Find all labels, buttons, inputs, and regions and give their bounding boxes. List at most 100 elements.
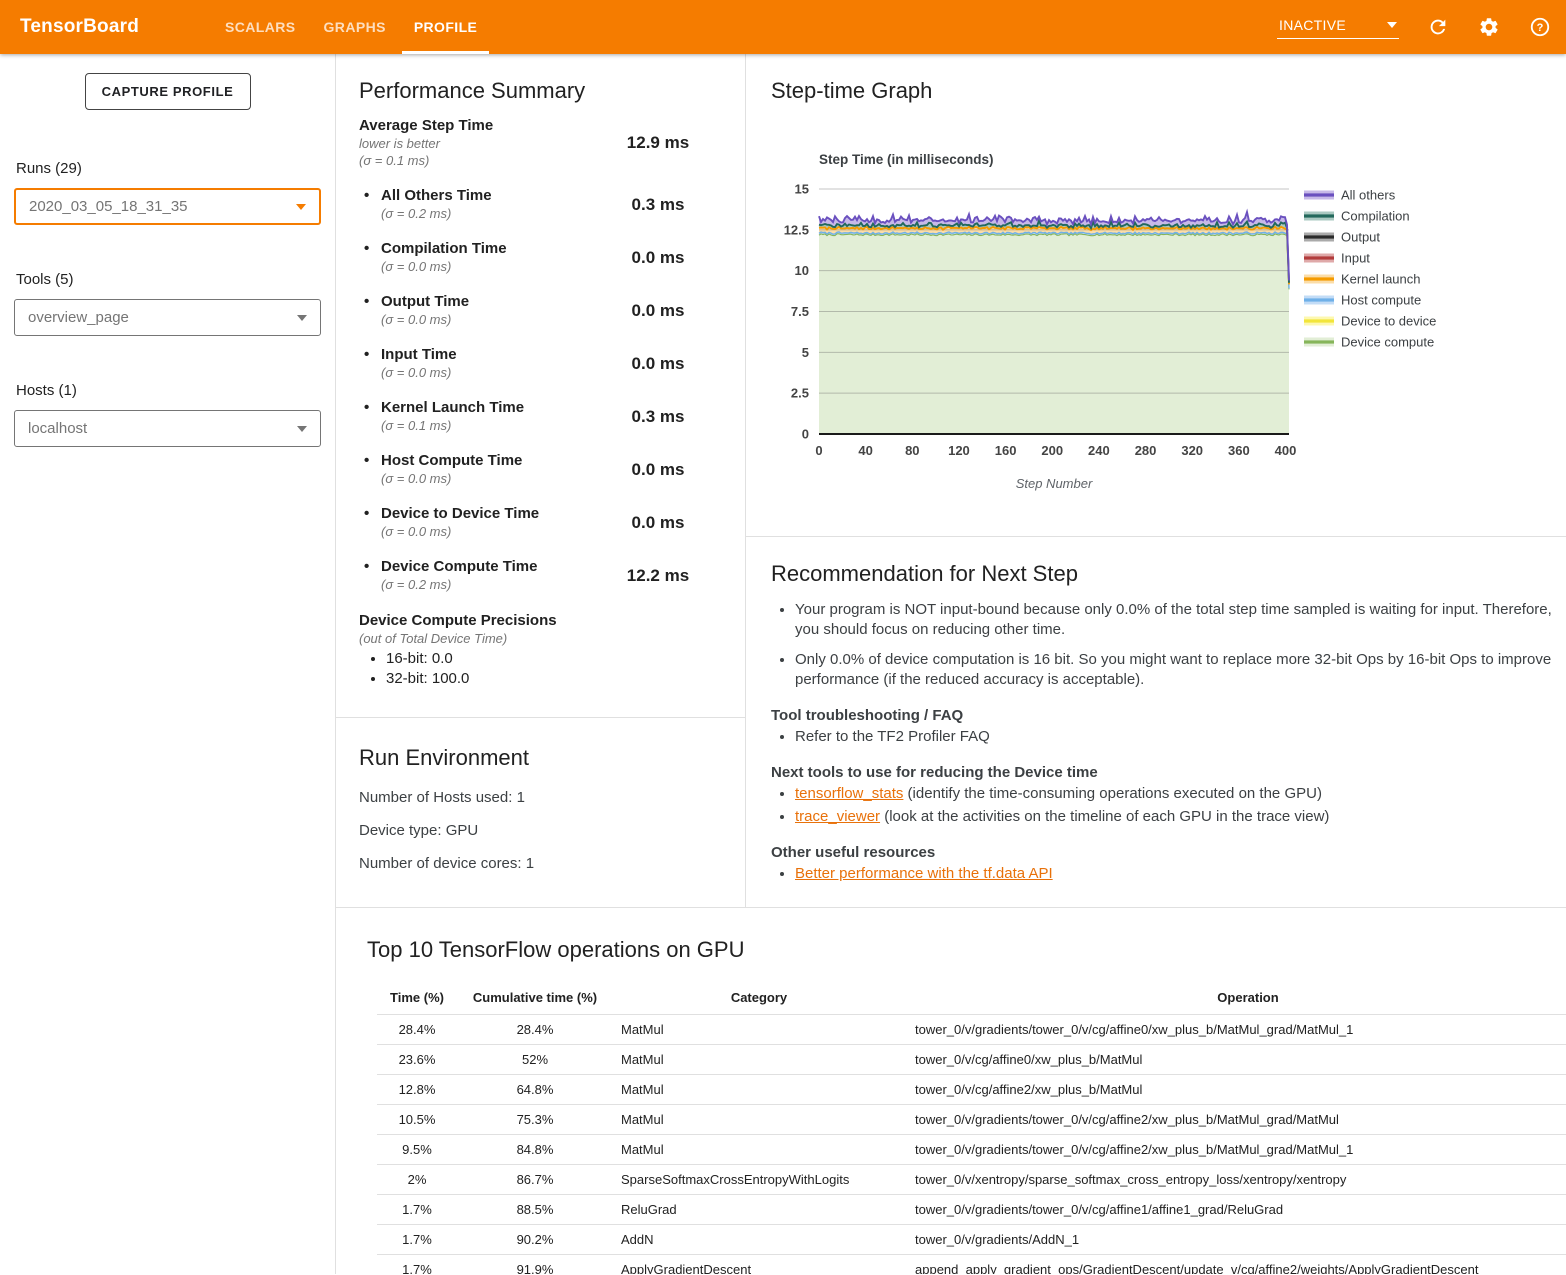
trace-viewer-link[interactable]: trace_viewer (795, 808, 880, 825)
capture-profile-button[interactable]: CAPTURE PROFILE (85, 73, 251, 110)
chevron-down-icon (297, 315, 307, 321)
svg-text:10: 10 (795, 263, 809, 278)
tools-select[interactable]: overview_page (14, 299, 321, 336)
svg-text:5: 5 (802, 345, 809, 360)
svg-text:2.5: 2.5 (791, 386, 809, 401)
legend-label: Kernel launch (1341, 272, 1421, 287)
tool-desc: (identify the time-consuming operations … (903, 785, 1322, 802)
legend-label: Output (1341, 230, 1380, 245)
table-row: 1.7%90.2%AddNtower_0/v/gradients/AddN_1 (377, 1225, 1566, 1255)
runs-select-value: 2020_03_05_18_31_35 (29, 198, 188, 215)
legend-label: Device to device (1341, 314, 1436, 329)
legend-item: Output (1304, 230, 1380, 245)
legend-item: Compilation (1304, 209, 1410, 224)
main-content: Performance Summary Average Step Time lo… (335, 54, 1566, 1274)
run-environment-section: Run Environment Number of Hosts used: 1 … (336, 718, 745, 872)
tool-bullet: trace_viewer (look at the activities on … (795, 807, 1566, 827)
device-type-line: Device type: GPU (359, 822, 722, 839)
tools-select-value: overview_page (28, 309, 129, 326)
app-title: TensorBoard (20, 16, 139, 38)
help-icon[interactable]: ? (1528, 15, 1552, 39)
svg-text:Step Number: Step Number (1016, 476, 1093, 491)
svg-text:320: 320 (1181, 443, 1203, 458)
metric-row: Compilation Time(σ = 0.0 ms) 0.0 ms (359, 240, 717, 275)
table-row: 12.8%64.8%MatMultower_0/v/cg/affine2/xw_… (377, 1075, 1566, 1105)
sidebar: CAPTURE PROFILE Runs (29) 2020_03_05_18_… (0, 54, 335, 1274)
table-row: 1.7%91.9%ApplyGradientDescentappend_appl… (377, 1255, 1566, 1275)
settings-gear-icon[interactable] (1477, 15, 1501, 39)
precision-32bit: 32-bit: 100.0 (386, 669, 717, 689)
next-tools-heading: Next tools to use for reducing the Devic… (771, 764, 1566, 781)
tools-label: Tools (5) (16, 271, 321, 288)
metric-value: 0.3 ms (599, 407, 717, 427)
tensorflow-stats-link[interactable]: tensorflow_stats (795, 785, 903, 802)
table-row: 10.5%75.3%MatMultower_0/v/gradients/towe… (377, 1105, 1566, 1135)
device-cores-line: Number of device cores: 1 (359, 855, 722, 872)
table-row: 2%86.7%SparseSoftmaxCrossEntropyWithLogi… (377, 1165, 1566, 1195)
metric-value: 0.3 ms (599, 195, 717, 215)
metric-row: Output Time(σ = 0.0 ms) 0.0 ms (359, 293, 717, 328)
metric-row: Device Compute Time(σ = 0.2 ms) 12.2 ms (359, 558, 717, 593)
metric-row: All Others Time(σ = 0.2 ms) 0.3 ms (359, 187, 717, 222)
hosts-select[interactable]: localhost (14, 410, 321, 447)
hosts-used-line: Number of Hosts used: 1 (359, 789, 722, 806)
svg-text:Step Time (in milliseconds): Step Time (in milliseconds) (819, 152, 994, 167)
resources-heading: Other useful resources (771, 844, 1566, 861)
table-row: 9.5%84.8%MatMultower_0/v/gradients/tower… (377, 1135, 1566, 1165)
recommendation-section: Recommendation for Next Step Your progra… (746, 537, 1566, 884)
tab-scalars[interactable]: SCALARS (211, 0, 309, 54)
recommendation-bullet: Only 0.0% of device computation is 16 bi… (795, 650, 1566, 690)
runs-select[interactable]: 2020_03_05_18_31_35 (14, 188, 321, 225)
svg-text:160: 160 (995, 443, 1017, 458)
legend-item: Host compute (1304, 293, 1421, 308)
tfdata-api-link[interactable]: Better performance with the tf.data API (795, 865, 1053, 882)
performance-summary-title: Performance Summary (359, 78, 717, 104)
faq-heading: Tool troubleshooting / FAQ (771, 707, 1566, 724)
tab-profile[interactable]: PROFILE (400, 0, 491, 54)
chevron-down-icon (297, 426, 307, 432)
top-app-bar: TensorBoard SCALARS GRAPHS PROFILE INACT… (0, 0, 1566, 54)
table-row: 28.4%28.4%MatMultower_0/v/gradients/towe… (377, 1015, 1566, 1045)
table-row: 23.6%52%MatMultower_0/v/cg/affine0/xw_pl… (377, 1045, 1566, 1075)
precision-16bit: 16-bit: 0.0 (386, 649, 717, 669)
svg-text:0: 0 (815, 443, 822, 458)
legend-label: All others (1341, 188, 1396, 203)
metric-row: Device to Device Time(σ = 0.0 ms) 0.0 ms (359, 505, 717, 540)
svg-text:0: 0 (802, 427, 809, 442)
table-row: 1.7%88.5%ReluGradtower_0/v/gradients/tow… (377, 1195, 1566, 1225)
table-header-row: Time (%) Cumulative time (%) Category Op… (377, 984, 1566, 1015)
faq-bullet: Refer to the TF2 Profiler FAQ (795, 727, 1566, 747)
svg-text:15: 15 (795, 182, 809, 197)
svg-text:7.5: 7.5 (791, 304, 809, 319)
recommendation-bullet: Your program is NOT input-bound because … (795, 600, 1566, 640)
top-ops-section: Top 10 TensorFlow operations on GPU Time… (336, 908, 1566, 1274)
metric-row: Host Compute Time(σ = 0.0 ms) 0.0 ms (359, 452, 717, 487)
metric-value: 0.0 ms (599, 354, 717, 374)
svg-text:280: 280 (1135, 443, 1157, 458)
metric-row: Input Time(σ = 0.0 ms) 0.0 ms (359, 346, 717, 381)
metric-value: 0.0 ms (599, 248, 717, 268)
col-cumulative: Cumulative time (%) (457, 984, 613, 1015)
step-time-graph-section: Step-time Graph Step Time (in millisecon… (746, 54, 1566, 537)
main-tabs: SCALARS GRAPHS PROFILE (211, 0, 491, 54)
runs-label: Runs (29) (16, 160, 321, 177)
top-ops-table: Time (%) Cumulative time (%) Category Op… (377, 984, 1566, 1274)
metric-value: 12.2 ms (599, 566, 717, 586)
svg-text:200: 200 (1041, 443, 1063, 458)
chevron-down-icon (296, 204, 306, 210)
legend-label: Host compute (1341, 293, 1421, 308)
col-time: Time (%) (377, 984, 457, 1015)
tab-graphs[interactable]: GRAPHS (310, 0, 400, 54)
metric-average-step-time: Average Step Time lower is better (σ = 0… (359, 117, 717, 169)
resource-bullet: Better performance with the tf.data API (795, 864, 1566, 884)
recommendation-title: Recommendation for Next Step (771, 561, 1566, 587)
svg-text:400: 400 (1275, 443, 1297, 458)
reload-status-select[interactable]: INACTIVE (1277, 15, 1399, 39)
metric-value: 0.0 ms (599, 460, 717, 480)
legend-item: All others (1304, 188, 1396, 203)
metric-row: Kernel Launch Time(σ = 0.1 ms) 0.3 ms (359, 399, 717, 434)
refresh-icon[interactable] (1426, 15, 1450, 39)
svg-text:12.5: 12.5 (784, 222, 809, 237)
col-category: Category (613, 984, 905, 1015)
performance-summary-section: Performance Summary Average Step Time lo… (336, 54, 745, 718)
